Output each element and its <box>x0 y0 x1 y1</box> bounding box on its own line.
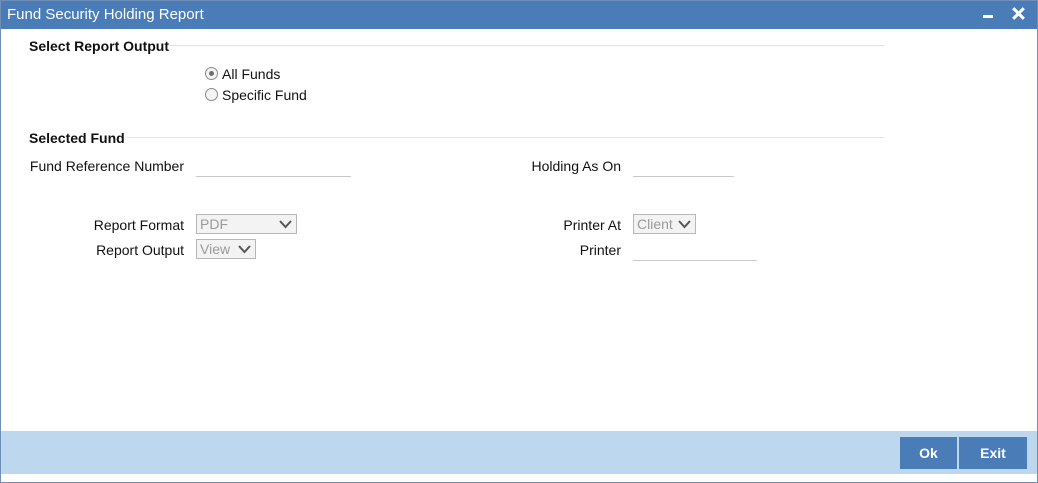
section-title-report-output: Select Report Output <box>29 38 170 54</box>
radio-label-specific-fund: Specific Fund <box>222 87 307 103</box>
window-title: Fund Security Holding Report <box>7 6 204 23</box>
footer-bar: Ok Exit <box>1 431 1037 474</box>
printer-input[interactable] <box>633 239 757 261</box>
printer-label: Printer <box>579 242 621 258</box>
fund-reference-number-input[interactable] <box>196 155 351 177</box>
chevron-down-icon <box>279 220 292 229</box>
printer-at-value: Client <box>637 216 673 232</box>
radio-label-all-funds: All Funds <box>222 66 281 82</box>
section-title-selected-fund: Selected Fund <box>29 130 125 146</box>
exit-button[interactable]: Exit <box>959 437 1027 469</box>
close-icon[interactable] <box>1007 3 1029 25</box>
chevron-down-icon <box>238 245 251 254</box>
section-divider <box>169 45 884 46</box>
fund-reference-number-label: Fund Reference Number <box>29 158 184 174</box>
holding-as-on-label: Holding As On <box>531 158 622 174</box>
report-output-label: Report Output <box>96 242 184 258</box>
report-output-select[interactable]: View <box>196 239 256 259</box>
minimize-icon[interactable] <box>977 3 999 25</box>
section-divider <box>127 137 884 138</box>
title-bar: Fund Security Holding Report <box>1 1 1037 29</box>
report-format-label: Report Format <box>93 217 184 233</box>
report-format-value: PDF <box>200 216 228 232</box>
report-format-select[interactable]: PDF <box>196 214 297 234</box>
radio-button-all-funds[interactable] <box>205 67 218 80</box>
printer-at-label: Printer At <box>563 217 621 233</box>
report-window: Fund Security Holding Report Select Repo… <box>0 0 1038 483</box>
ok-button[interactable]: Ok <box>900 437 957 469</box>
report-output-value: View <box>200 241 231 257</box>
printer-at-select[interactable]: Client <box>633 214 696 234</box>
chevron-down-icon <box>678 220 691 229</box>
holding-as-on-input[interactable] <box>633 155 734 177</box>
radio-button-specific-fund[interactable] <box>205 88 218 101</box>
